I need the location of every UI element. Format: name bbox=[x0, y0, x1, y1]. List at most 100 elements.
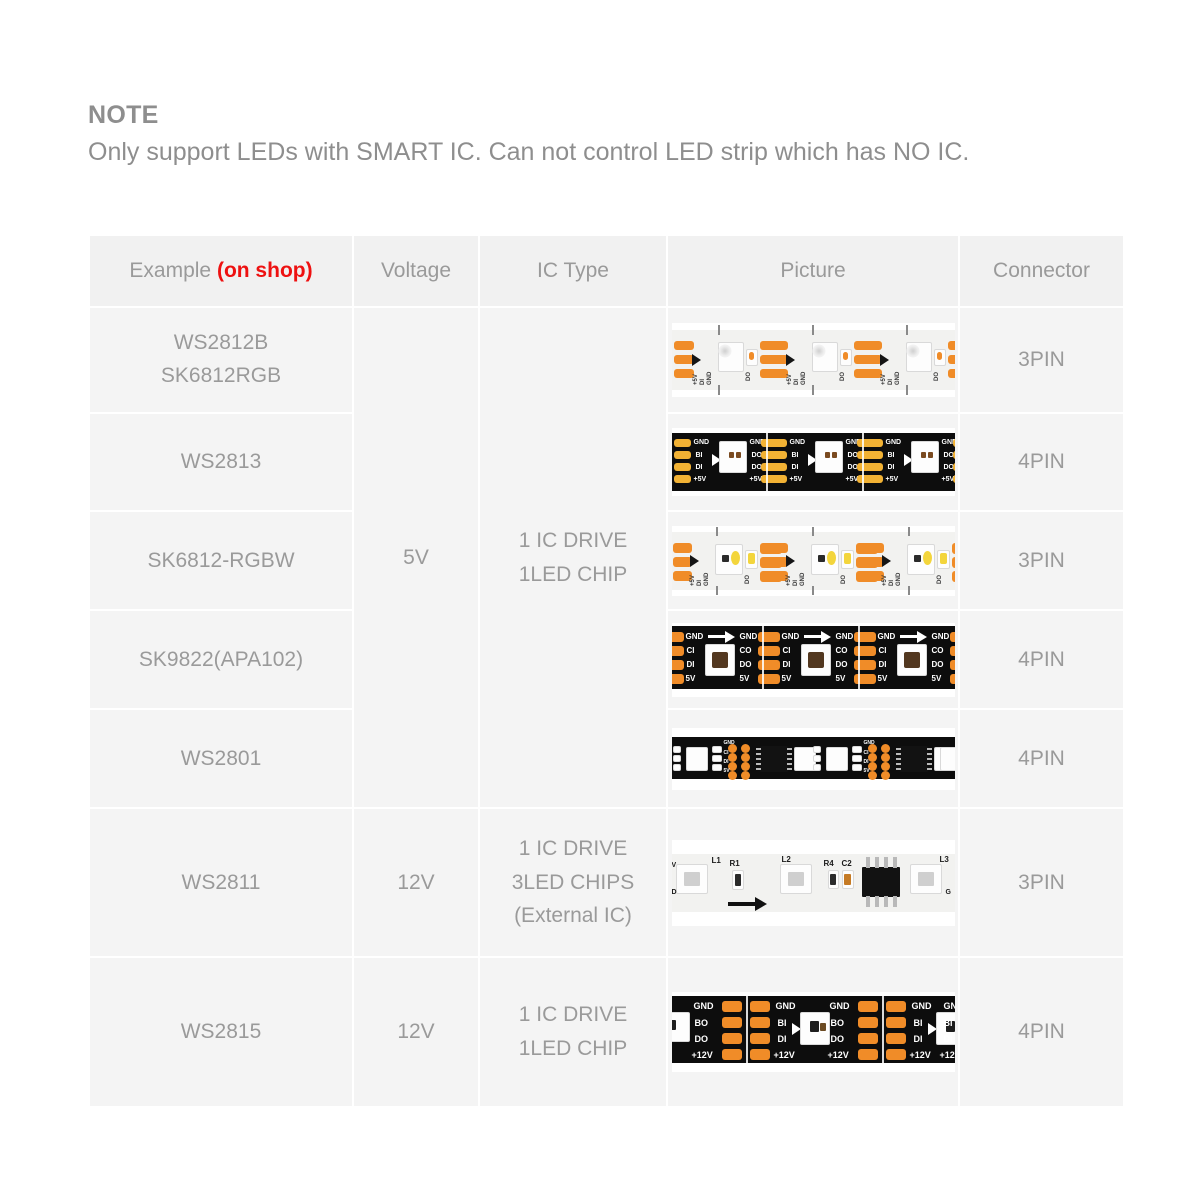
solder-pad bbox=[842, 352, 848, 360]
ic-leg bbox=[755, 747, 761, 750]
flow-arrow-line bbox=[803, 634, 822, 638]
smd-part bbox=[672, 754, 681, 762]
cut-tick bbox=[715, 585, 718, 595]
strip-pin-label: 5V bbox=[863, 767, 870, 774]
strip-pin-label: GND bbox=[894, 371, 901, 385]
strip-pin-label: DO bbox=[745, 372, 752, 381]
led-die bbox=[728, 452, 734, 458]
ic-leg bbox=[883, 856, 888, 868]
solder-pad bbox=[880, 761, 890, 771]
cell-connector: 3PIN bbox=[960, 308, 1123, 412]
note-body: Only support LEDs with SMART IC. Can not… bbox=[88, 138, 970, 167]
solder-pad bbox=[721, 1001, 742, 1012]
ic-type-line2: 1LED CHIP bbox=[518, 562, 628, 586]
strip-pin-label: DO bbox=[744, 574, 751, 584]
cut-tick bbox=[811, 585, 814, 595]
strip-pin-label: CI bbox=[782, 645, 791, 655]
solder-pad bbox=[885, 1049, 906, 1060]
solder-pad bbox=[865, 451, 883, 459]
strip-pin-label: GND bbox=[911, 1001, 932, 1011]
solder-pad bbox=[952, 475, 955, 483]
solder-pad bbox=[740, 752, 750, 762]
solder-pad bbox=[673, 451, 691, 459]
strip-pin-label: DI bbox=[888, 579, 895, 586]
ic-type-line1: 1 IC DRIVE bbox=[518, 1003, 628, 1027]
smd-part bbox=[812, 745, 821, 753]
cut-tick bbox=[907, 526, 910, 536]
led-die bbox=[913, 554, 921, 562]
capacitor-body bbox=[843, 873, 851, 885]
cut-line bbox=[745, 992, 748, 1072]
strip-pin-label: +5V bbox=[785, 574, 792, 586]
ic-leg bbox=[755, 762, 761, 765]
smd-part bbox=[711, 745, 722, 753]
led-lens bbox=[906, 344, 919, 358]
solder-pad bbox=[671, 645, 684, 656]
solder-pad bbox=[673, 463, 691, 471]
strip-pin-label: DO bbox=[835, 659, 848, 669]
strip-pin-label: GND bbox=[693, 1001, 714, 1011]
led-die bbox=[817, 554, 825, 562]
solder-pad bbox=[951, 570, 955, 582]
solder-pad bbox=[767, 341, 788, 350]
cell-example: SK6812-RGBW bbox=[90, 512, 352, 609]
smd-part bbox=[711, 754, 722, 762]
smd-part bbox=[711, 763, 722, 771]
smd-part bbox=[672, 763, 681, 771]
strip-pin-label: L3 bbox=[939, 854, 949, 864]
cell-picture: GND BI DI +5V GND DO DO +5V GND BI DI +5V GND DO DO +5V… bbox=[668, 414, 958, 510]
cell-connector: 4PIN bbox=[960, 710, 1123, 807]
strip-pin-label: 5V bbox=[685, 673, 696, 683]
solder-pad bbox=[740, 743, 750, 753]
strip-pin-label: GND bbox=[775, 1001, 796, 1011]
strip-pin-label: DO bbox=[936, 574, 943, 584]
strip-pin-label: BO bbox=[830, 1018, 845, 1028]
led-strip-image-ws2811: L1 V D R1 L2 R4 C2 L3 G bbox=[671, 839, 955, 926]
strip-pin-label: CI bbox=[686, 645, 695, 655]
strip-pin-label: +5V bbox=[786, 374, 793, 385]
solder-pad bbox=[861, 355, 882, 364]
led-die bbox=[927, 452, 933, 458]
driver-ic bbox=[759, 745, 788, 772]
ic-type-line2: 1LED CHIP bbox=[518, 1037, 628, 1060]
note-title: NOTE bbox=[88, 101, 159, 129]
cell-picture: GND CI DI 5V GND CO DO 5V GND CI DI 5V GND CO DO 5V GND C… bbox=[668, 611, 958, 708]
ic-type-line1: 1 IC DRIVE bbox=[518, 837, 628, 861]
ic-type-line1: 1 IC DRIVE bbox=[518, 528, 628, 552]
header-example-highlight: (on shop) bbox=[216, 259, 313, 282]
header-connector: Connector bbox=[960, 236, 1123, 306]
strip-pin-label: R4 bbox=[823, 858, 834, 868]
cut-tick bbox=[907, 585, 910, 595]
header-picture: Picture bbox=[668, 236, 958, 306]
led-strip-image-sk9822: GND CI DI 5V GND CO DO 5V GND CI DI 5V GND CO DO 5V GND C… bbox=[671, 622, 955, 697]
solder-pad bbox=[880, 743, 890, 753]
ic-leg bbox=[926, 757, 932, 760]
ic-leg bbox=[892, 895, 897, 907]
strip-pin-label: DI bbox=[777, 1034, 787, 1044]
strip-pin-label: +12V bbox=[691, 1050, 713, 1060]
solder-pad bbox=[769, 463, 787, 471]
strip-pin-label: GND bbox=[781, 631, 800, 641]
cell-connector: 4PIN bbox=[960, 611, 1123, 708]
table-header-row: Example (on shop) Voltage IC Type Pictur… bbox=[90, 236, 1123, 306]
strip-pin-label: R1 bbox=[729, 858, 740, 868]
white-phosphor-die bbox=[730, 550, 740, 565]
flow-arrow-line bbox=[899, 634, 918, 638]
ic-leg bbox=[755, 767, 761, 770]
strip-pin-label: DO bbox=[830, 1034, 845, 1044]
strip-pin-label: DI bbox=[878, 659, 887, 669]
ic-leg bbox=[895, 767, 901, 770]
strip-pin-label: DI bbox=[863, 758, 869, 765]
strip-pin-label: GND bbox=[703, 572, 710, 586]
strip-pin-label: +5V bbox=[693, 476, 707, 483]
cut-tick bbox=[715, 526, 718, 536]
strip-pin-label: +12V bbox=[827, 1050, 849, 1060]
note-block: NOTE Only support LEDs with SMART IC. Ca… bbox=[88, 100, 1038, 170]
solder-pad bbox=[740, 761, 750, 771]
driver-ic bbox=[899, 745, 928, 772]
phosphor bbox=[939, 552, 947, 564]
strip-pin-label: GND bbox=[723, 739, 735, 746]
phosphor bbox=[843, 552, 851, 564]
strip-pin-label: GND bbox=[706, 371, 713, 385]
solder-pad bbox=[859, 645, 876, 656]
